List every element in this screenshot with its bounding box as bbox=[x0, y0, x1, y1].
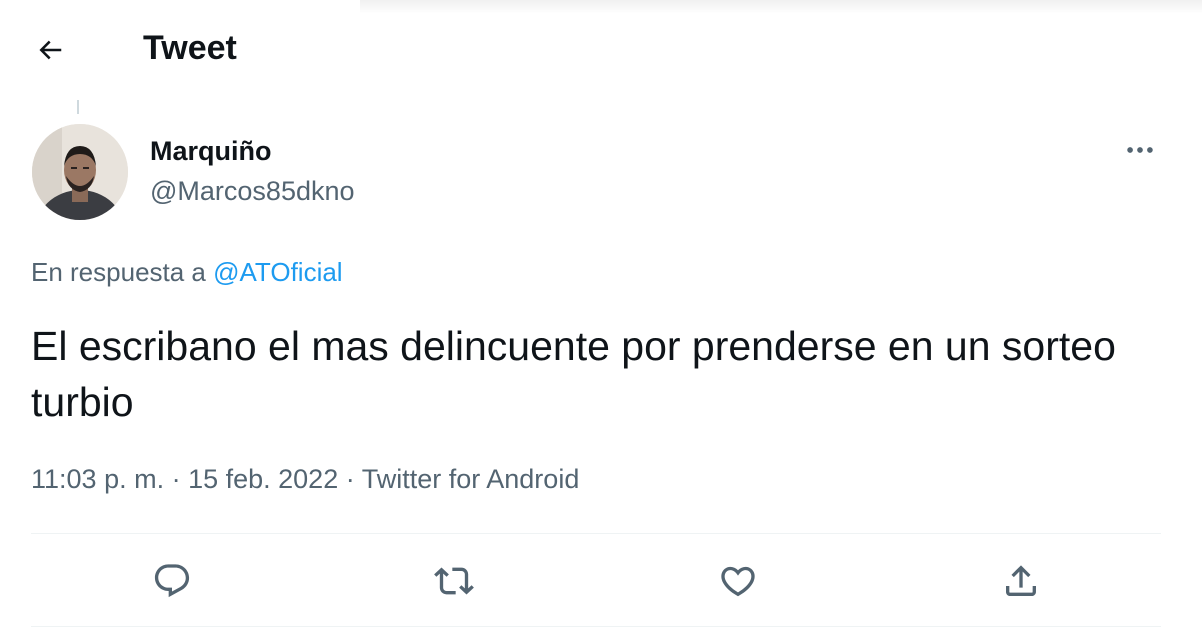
like-icon bbox=[721, 566, 755, 597]
tweet-time[interactable]: 11:03 p. m. bbox=[31, 464, 164, 494]
more-options-button[interactable] bbox=[1118, 130, 1162, 170]
meta-separator: · bbox=[164, 464, 189, 494]
tweet-source[interactable]: Twitter for Android bbox=[362, 464, 580, 494]
meta-separator: · bbox=[338, 464, 362, 494]
share-icon bbox=[1006, 565, 1036, 596]
divider-bottom bbox=[31, 626, 1161, 627]
tweet-actions-bar bbox=[31, 534, 1161, 626]
reply-context: En respuesta a @ATOficial bbox=[31, 256, 343, 288]
page-title: Tweet bbox=[143, 29, 237, 67]
tweet-page: Tweet Marquiño @Marcos85dkno En respuest… bbox=[0, 0, 1202, 644]
tweet-date[interactable]: 15 feb. 2022 bbox=[188, 464, 338, 494]
reply-context-prefix: En respuesta a bbox=[31, 257, 214, 287]
tweet-metadata: 11:03 p. m. · 15 feb. 2022 · Twitter for… bbox=[31, 462, 579, 496]
author-handle[interactable]: @Marcos85dkno bbox=[150, 175, 355, 207]
retweet-button[interactable] bbox=[431, 558, 477, 604]
author-display-name[interactable]: Marquiño bbox=[150, 135, 272, 167]
reply-icon bbox=[154, 564, 190, 598]
like-button[interactable] bbox=[715, 558, 761, 604]
share-button[interactable] bbox=[998, 558, 1044, 604]
tweet-text: El escribano el mas delincuente por pren… bbox=[31, 323, 1116, 425]
avatar-image bbox=[32, 124, 128, 220]
more-horizontal-icon bbox=[1127, 147, 1153, 153]
avatar[interactable] bbox=[32, 124, 128, 220]
reply-button[interactable] bbox=[149, 558, 195, 604]
back-button[interactable] bbox=[28, 28, 72, 72]
thread-connector-line bbox=[77, 100, 79, 114]
tweet-header: Tweet bbox=[0, 0, 1202, 98]
retweet-icon bbox=[434, 567, 474, 595]
reply-mention-link[interactable]: @ATOficial bbox=[213, 257, 342, 287]
arrow-left-icon bbox=[39, 40, 62, 60]
